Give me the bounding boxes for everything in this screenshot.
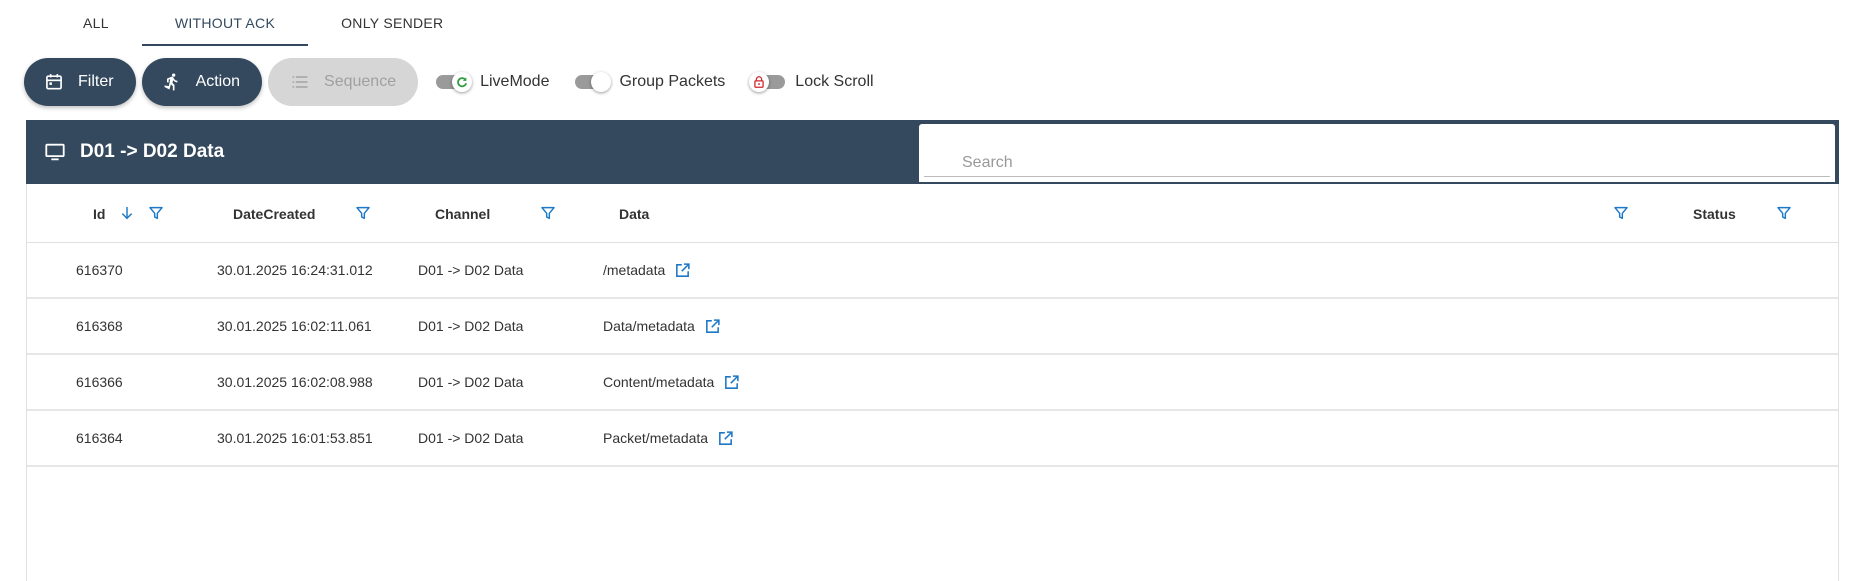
livemode-switch[interactable] [436,72,473,92]
cell-data-text: /metadata [603,262,666,278]
sequence-button-label: Sequence [324,73,397,90]
cell-id: 616368 [76,318,123,334]
lock-scroll-knob [749,72,770,92]
column-header-channel[interactable]: Channel [435,184,490,243]
group-packets-label: Group Packets [619,73,726,90]
toolbar: Filter Action Sequence LiveMode Group Pa… [24,58,888,106]
tab-all[interactable]: ALL [50,0,142,46]
table-row[interactable]: 616366 30.01.2025 16:02:08.988 D01 -> D0… [27,355,1838,411]
cell-id: 616364 [76,430,123,446]
tab-bar: ALL WITHOUT ACK ONLY SENDER [50,0,476,46]
table-row[interactable]: 616368 30.01.2025 16:02:11.061 D01 -> D0… [27,299,1838,355]
cell-id: 616370 [76,262,123,278]
cell-date-created: 30.01.2025 16:02:11.061 [217,318,372,334]
open-external-icon[interactable] [704,318,721,335]
sort-descending-icon[interactable] [117,203,137,223]
panel-header: D01 -> D02 Data [26,120,1839,184]
livemode-label: LiveMode [480,73,550,90]
cell-date-created: 30.01.2025 16:02:08.988 [217,374,373,390]
panel-title: D01 -> D02 Data [44,120,224,184]
filter-icon-id[interactable] [146,203,166,223]
filter-button[interactable]: Filter [24,58,136,106]
cell-data-text: Content/metadata [603,374,715,390]
action-button-label: Action [195,73,241,90]
filter-icon-data[interactable] [1611,203,1631,223]
cell-id: 616366 [76,374,123,390]
group-packets-switch[interactable] [575,72,612,92]
calendar-icon [46,74,62,90]
filter-icon-channel[interactable] [538,203,558,223]
open-external-icon[interactable] [674,262,691,279]
filter-icon-status[interactable] [1774,203,1794,223]
data-table: Id DateCreated Channel Data Status 61637… [26,184,1839,581]
open-external-icon[interactable] [723,374,740,391]
monitor-icon [45,143,65,161]
cell-data: /metadata [603,243,691,297]
refresh-icon [457,77,468,88]
tab-only-sender[interactable]: ONLY SENDER [308,0,476,46]
group-packets-knob [591,72,612,92]
cell-data-text: Packet/metadata [603,430,709,446]
column-header-status[interactable]: Status [1693,184,1736,243]
sequence-button[interactable]: Sequence [268,58,419,106]
table-row[interactable]: 616364 30.01.2025 16:01:53.851 D01 -> D0… [27,411,1838,467]
lock-scroll-switch[interactable] [749,72,786,92]
cell-date-created: 30.01.2025 16:01:53.851 [217,430,373,446]
livemode-knob [452,72,473,92]
cell-channel: D01 -> D02 Data [418,318,524,334]
lock-icon [754,76,765,88]
panel-title-text: D01 -> D02 Data [80,141,225,162]
list-icon [292,76,308,88]
filter-button-label: Filter [78,73,114,90]
group-packets-toggle[interactable]: Group Packets [575,72,726,92]
cell-channel: D01 -> D02 Data [418,430,524,446]
cell-channel: D01 -> D02 Data [418,262,524,278]
table-header: Id DateCreated Channel Data Status [27,184,1838,243]
cell-data: Content/metadata [603,355,740,409]
cell-date-created: 30.01.2025 16:24:31.012 [217,262,373,278]
lock-scroll-label: Lock Scroll [795,73,874,90]
column-header-data[interactable]: Data [619,184,649,243]
tab-without-ack[interactable]: WITHOUT ACK [141,0,309,46]
search-box [919,124,1835,182]
search-input[interactable] [924,149,1830,177]
lock-scroll-toggle[interactable]: Lock Scroll [749,72,874,92]
column-header-id[interactable]: Id [93,184,105,243]
cell-data: Data/metadata [603,299,721,353]
action-button[interactable]: Action [141,58,263,106]
livemode-toggle[interactable]: LiveMode [436,72,550,92]
table-row[interactable]: 616370 30.01.2025 16:24:31.012 D01 -> D0… [27,243,1838,299]
open-external-icon[interactable] [717,430,734,447]
cell-data: Packet/metadata [603,411,734,465]
filter-icon-date-created[interactable] [353,203,373,223]
cell-channel: D01 -> D02 Data [418,374,524,390]
cell-data-text: Data/metadata [603,318,695,334]
running-person-icon [163,73,177,91]
column-header-date-created[interactable]: DateCreated [233,184,315,243]
